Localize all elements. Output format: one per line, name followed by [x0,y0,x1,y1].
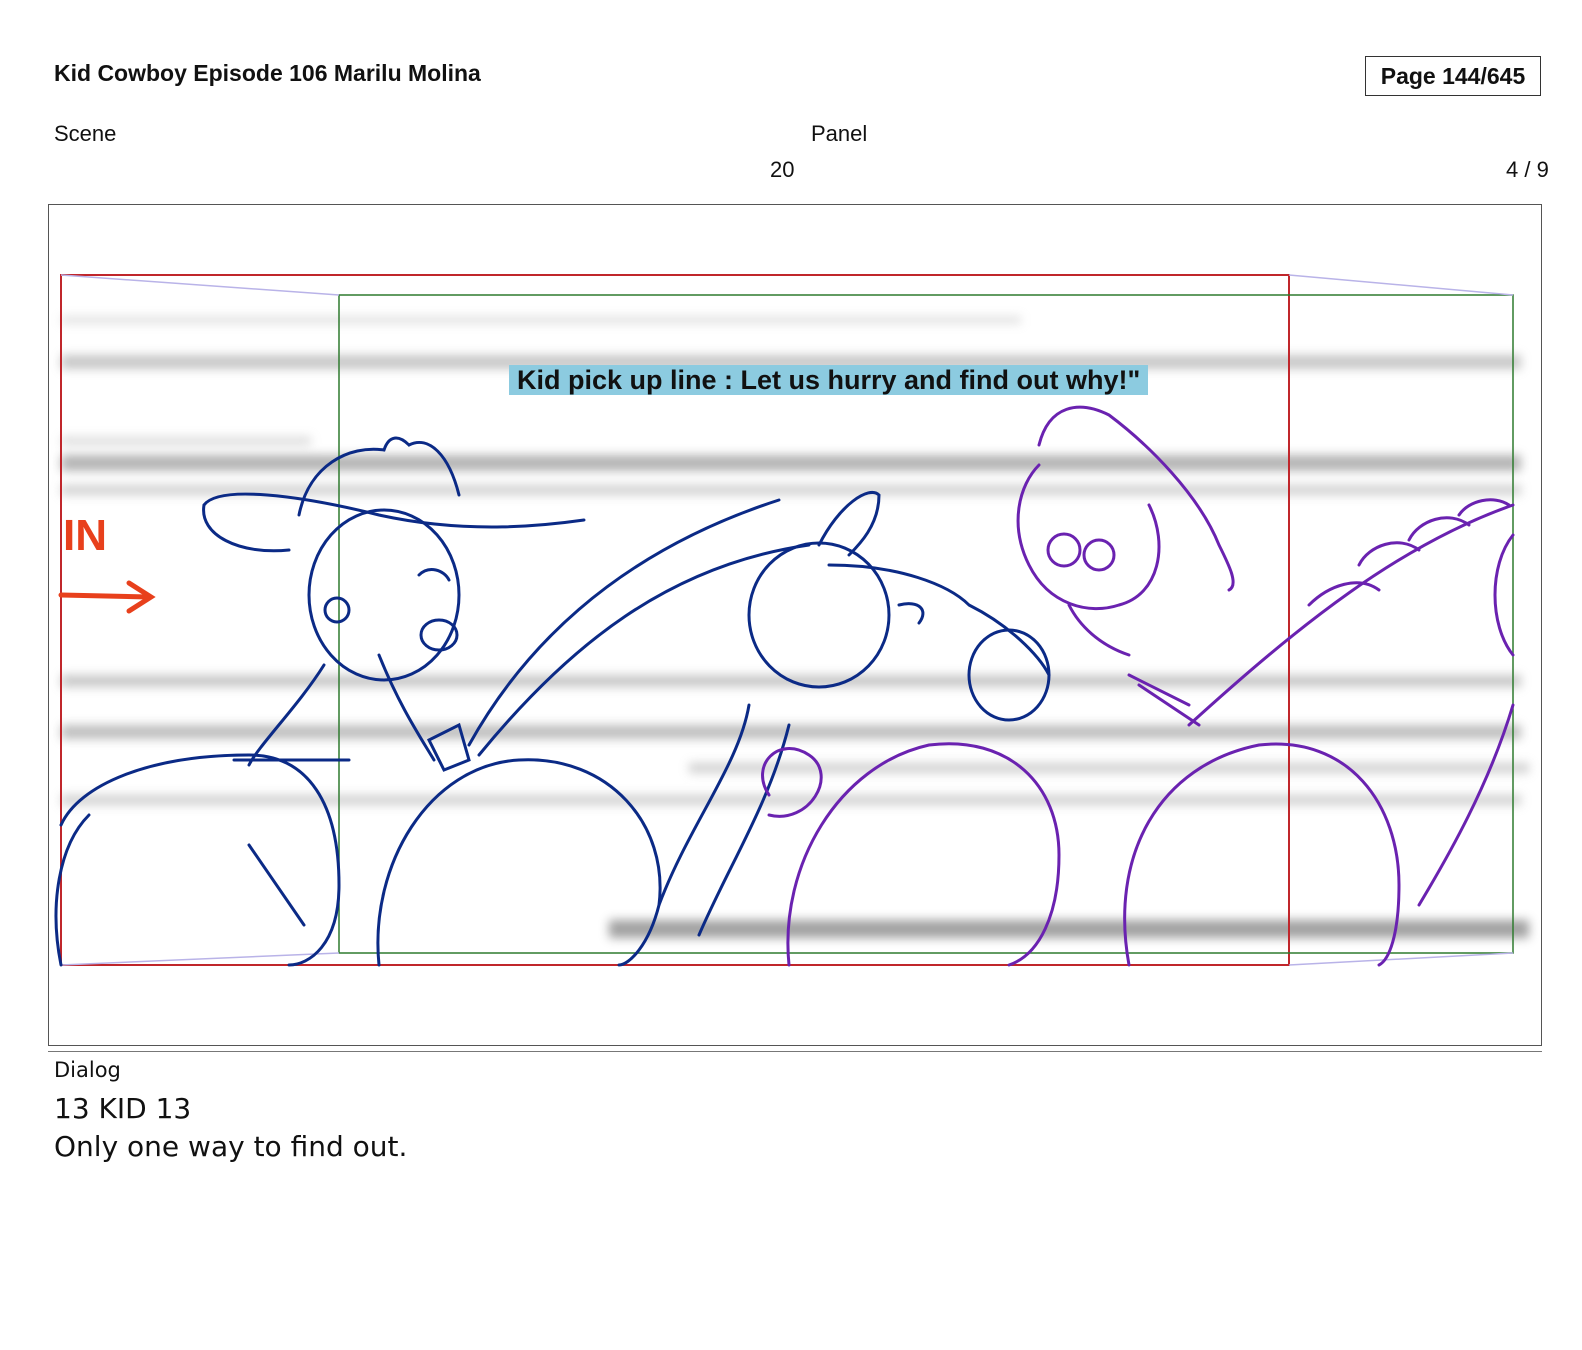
dialog-speaker: 13 KID 13 [54,1092,192,1125]
kid-cowboy-sketch [54,436,586,967]
storyboard-panel: IN Kid pick up line : Let us hurry and f… [48,204,1542,1046]
storyboard-sketch: IN [54,274,1529,967]
speed-lines [61,317,1529,938]
panel-caption: Kid pick up line : Let us hurry and find… [509,365,1149,395]
direction-arrow-icon [58,580,156,614]
document-title: Kid Cowboy Episode 106 Marilu Molina [54,60,481,86]
scene-label: Scene [54,121,117,146]
dialog-label: Dialog [54,1058,121,1082]
section-divider [48,1051,1542,1052]
page-number-box: Page 144/645 [1365,56,1541,96]
panel-label: Panel [811,121,868,146]
panel-number: 4 / 9 [1506,157,1549,182]
dialog-text: Only one way to find out. [54,1130,408,1163]
arrow-label: IN [63,511,107,560]
scene-number: 20 [770,157,795,182]
